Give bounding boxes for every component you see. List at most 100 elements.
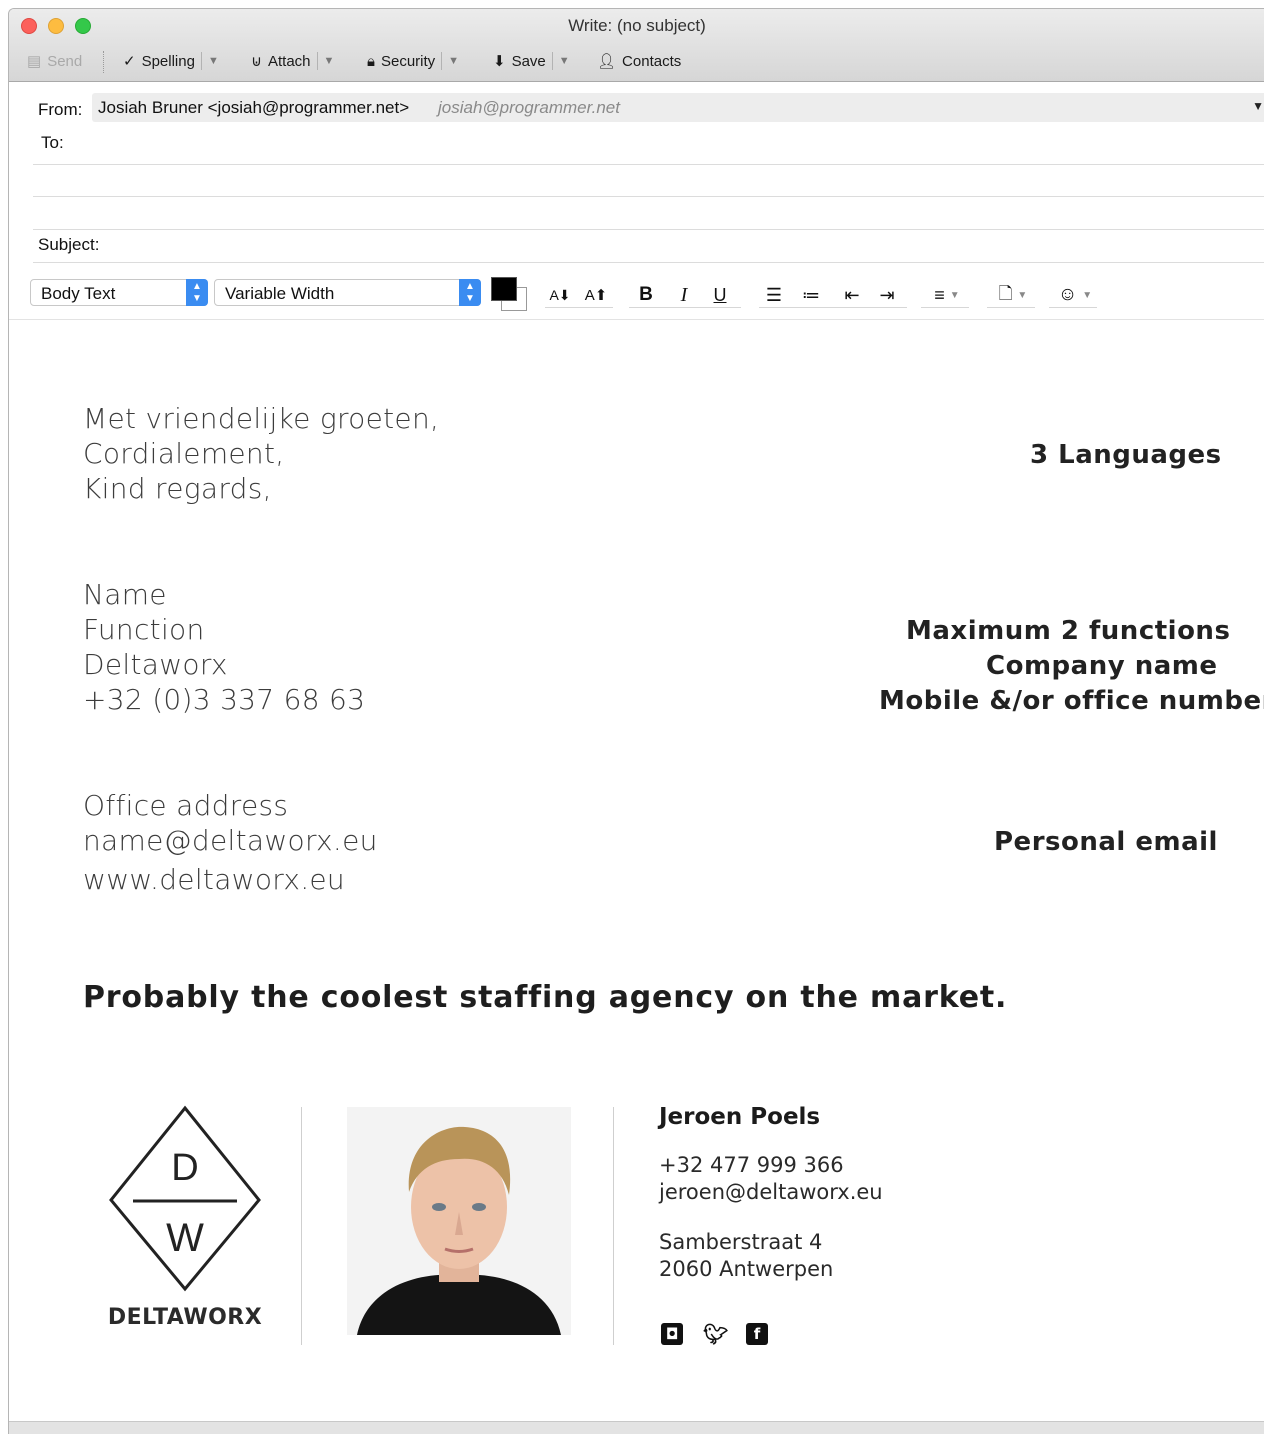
lock-icon: 🔒︎: [367, 52, 375, 70]
smaller-text-button[interactable]: A⬇: [545, 282, 575, 308]
person-icon: 👤︎: [597, 53, 617, 70]
caret-down-icon: ▼: [1082, 289, 1093, 301]
card-divider: [613, 1107, 614, 1345]
attach-label: Attach: [267, 52, 311, 70]
font-smaller-icon: A⬇: [549, 286, 571, 303]
bulleted-list-button[interactable]: ☰: [760, 282, 788, 308]
indent-button[interactable]: ⇥: [874, 282, 900, 308]
contacts-button[interactable]: 👤︎ Contacts: [597, 49, 681, 73]
diamond-logo-icon: D W: [109, 1105, 261, 1292]
recipient-row-2[interactable]: [33, 196, 1264, 197]
to-field[interactable]: [33, 164, 1264, 165]
contact-line: www.deltaworx.eu: [83, 863, 345, 896]
document-icon: 🗋︎: [998, 283, 1013, 303]
text-color-well[interactable]: [491, 277, 529, 311]
contact-line: name@deltaworx.eu: [83, 824, 378, 857]
detail-line: Name: [83, 578, 167, 611]
attach-button[interactable]: ⊍ Attach ▼: [251, 49, 334, 73]
group-underline: [987, 307, 1035, 308]
compose-window: Write: (no subject) ▤ Send ✓ Spelling ▼ …: [8, 8, 1264, 1434]
send-button[interactable]: ▤ Send: [27, 49, 82, 73]
send-icon: ▤: [27, 53, 42, 70]
security-label: Security: [380, 52, 436, 70]
group-underline: [545, 307, 613, 308]
numbered-list-icon: ≔: [802, 284, 820, 305]
group-underline: [921, 307, 969, 308]
twitter-icon[interactable]: 🐦︎: [703, 1323, 728, 1345]
larger-text-button[interactable]: A⬆: [581, 282, 611, 308]
card-phone: +32 477 999 366: [659, 1153, 844, 1177]
subject-field[interactable]: [33, 262, 1264, 263]
instagram-icon[interactable]: ◘: [661, 1323, 683, 1345]
logo-letter-w: W: [166, 1216, 204, 1260]
greeting-line: Kind regards,: [83, 472, 272, 505]
toolbar-separator: [103, 51, 104, 73]
save-label: Save: [511, 52, 546, 70]
card-divider: [301, 1107, 302, 1345]
bullet-list-icon: ☰: [765, 284, 783, 305]
numbered-list-button[interactable]: ≔: [797, 282, 825, 308]
align-left-icon: ≡: [934, 284, 945, 305]
italic-button[interactable]: I: [671, 282, 697, 308]
security-dropdown-icon[interactable]: ▼: [441, 52, 459, 70]
outdent-button[interactable]: ⇤: [839, 282, 865, 308]
updown-arrows-icon: ▲ ▼: [459, 279, 481, 306]
from-identity-name: Josiah Bruner <josiah@programmer.net>: [98, 98, 410, 117]
contacts-label: Contacts: [622, 52, 682, 70]
note-languages: 3 Languages: [1030, 440, 1222, 470]
title-bar: Write: (no subject) ▤ Send ✓ Spelling ▼ …: [9, 9, 1264, 82]
slogan: Probably the coolest staffing agency on …: [83, 980, 1008, 1015]
to-label: To:: [41, 133, 64, 152]
spelling-button[interactable]: ✓ Spelling ▼: [123, 49, 219, 73]
window-title: Write: (no subject): [568, 16, 706, 35]
from-label: From:: [38, 100, 83, 119]
underline-button[interactable]: U: [707, 282, 733, 308]
insert-button[interactable]: 🗋︎ ▼: [991, 282, 1035, 308]
paperclip-icon: ⊍: [251, 53, 262, 70]
save-button[interactable]: ⬇ Save ▼: [493, 49, 570, 73]
logo-wordmark: DELTAWORX: [107, 1305, 263, 1330]
download-arrow-icon: ⬇: [493, 53, 506, 70]
greeting-line: Met vriendelijke groeten,: [83, 402, 440, 435]
recipient-row-3[interactable]: [33, 229, 1264, 230]
bold-button[interactable]: B: [633, 282, 659, 308]
card-person-name: Jeroen Poels: [659, 1104, 821, 1130]
group-underline: [759, 307, 907, 308]
checkmark-icon: ✓: [123, 53, 136, 70]
indent-icon: ⇥: [879, 284, 895, 305]
spelling-label: Spelling: [141, 52, 195, 70]
updown-arrows-icon: ▲ ▼: [186, 279, 208, 306]
font-value: Variable Width: [225, 284, 335, 303]
from-selector[interactable]: Josiah Bruner <josiah@programmer.net> jo…: [92, 93, 1264, 122]
outdent-icon: ⇤: [844, 284, 860, 305]
smiley-icon: ☺: [1057, 284, 1078, 305]
card-email[interactable]: jeroen@deltaworx.eu: [659, 1180, 883, 1204]
caret-down-icon: ▼: [949, 289, 960, 301]
facebook-icon[interactable]: f: [746, 1323, 768, 1345]
portrait-image: [347, 1107, 571, 1335]
alignment-button[interactable]: ≡ ▼: [925, 282, 969, 308]
send-label: Send: [47, 52, 83, 70]
format-toolbar: Body Text ▲ ▼ Variable Width ▲ ▼ A⬇ A⬆ B I…: [9, 269, 1264, 320]
message-body[interactable]: Met vriendelijke groeten, Cordialement, …: [9, 320, 1264, 1420]
detail-line: Deltaworx: [83, 648, 228, 681]
deltaworx-logo: D W DELTAWORX: [105, 1105, 265, 1355]
caret-down-icon: ▼: [1017, 289, 1028, 301]
note-company: Company name: [986, 651, 1218, 681]
note-email: Personal email: [994, 827, 1218, 857]
emoji-button[interactable]: ☺ ▼: [1053, 282, 1097, 308]
logo-letter-d: D: [171, 1147, 198, 1189]
note-functions: Maximum 2 functions: [906, 616, 1231, 646]
security-button[interactable]: 🔒︎ Security ▼: [367, 49, 459, 73]
attach-dropdown-icon[interactable]: ▼: [316, 52, 334, 70]
card-city: 2060 Antwerpen: [659, 1257, 834, 1281]
contact-line: Office address: [83, 789, 289, 822]
text-color-swatch[interactable]: [491, 277, 517, 301]
paragraph-style-select[interactable]: Body Text ▲ ▼: [30, 279, 208, 306]
group-underline: [629, 307, 741, 308]
font-select[interactable]: Variable Width ▲ ▼: [214, 279, 481, 306]
save-dropdown-icon[interactable]: ▼: [551, 52, 570, 70]
card-street: Samberstraat 4: [659, 1230, 823, 1254]
spelling-dropdown-icon[interactable]: ▼: [200, 52, 219, 70]
from-identity-email: josiah@programmer.net: [438, 98, 620, 117]
